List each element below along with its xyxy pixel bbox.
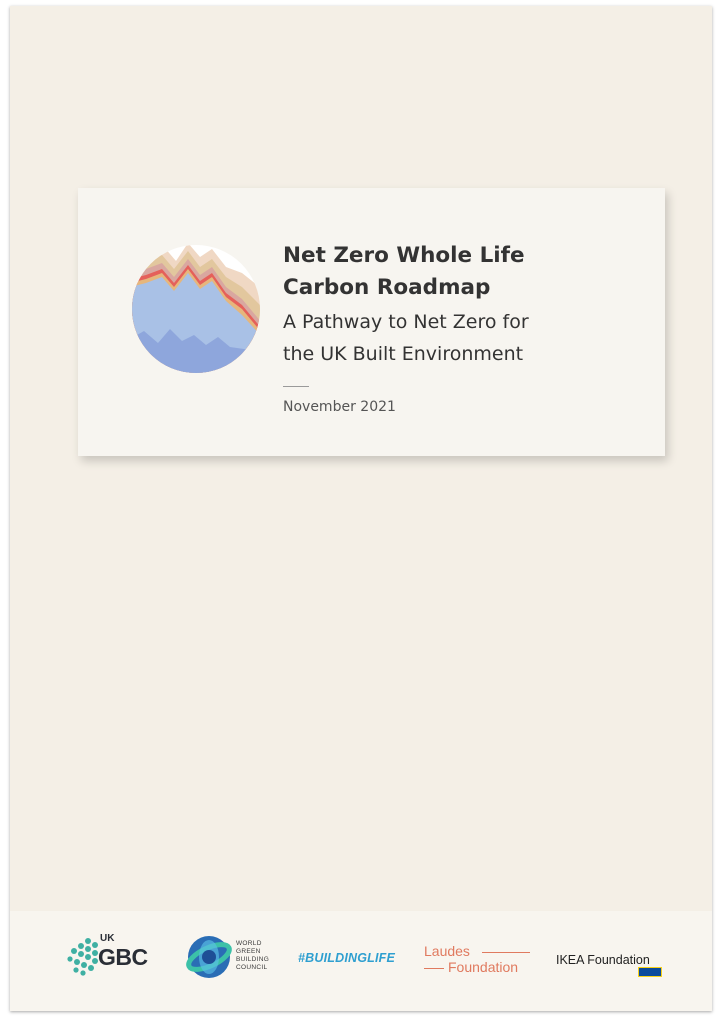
buildinglife-hashtag: #BUILDINGLIFE [298, 951, 396, 965]
ikea-foundation-text: IKEA Foundation [556, 953, 650, 967]
laudes-text-line-2: Foundation [448, 959, 519, 975]
divider-rule [283, 386, 309, 387]
wgbc-text-line: WORLD [236, 940, 262, 947]
report-subtitle-line-2: the UK Built Environment [283, 343, 524, 365]
title-block: Net Zero Whole Life Carbon Roadmap A Pat… [283, 240, 653, 415]
globe-ring-icon [186, 936, 232, 978]
ukgbc-small-text: UK [100, 933, 115, 944]
ikea-badge-icon [638, 967, 662, 977]
wgbc-text: WORLD GREEN BUILDING COUNCIL [236, 940, 269, 972]
wgbc-text-line: COUNCIL [236, 964, 268, 971]
stacked-area-circle-graphic-icon [132, 245, 260, 373]
report-subtitle-line-1: A Pathway to Net Zero for [283, 311, 529, 333]
title-card: Net Zero Whole Life Carbon Roadmap A Pat… [78, 188, 665, 456]
laudes-dash [424, 968, 444, 969]
wgbc-text-line: GREEN [236, 948, 261, 955]
wgbc-text-line: BUILDING [236, 956, 270, 963]
ikea-foundation-logo: IKEA Foundation [556, 953, 668, 981]
laudes-dash [482, 952, 530, 953]
ukgbc-logo: UK GBC [66, 933, 158, 977]
ukgbc-large-text: GBC [98, 944, 148, 970]
laudes-foundation-logo: Laudes Foundation [424, 943, 534, 979]
report-title-line-2: Carbon Roadmap [283, 275, 491, 300]
laudes-text-line-1: Laudes [424, 943, 470, 959]
publication-date: November 2021 [283, 399, 396, 415]
report-title-line-1: Net Zero Whole Life [283, 243, 525, 268]
ukgbc-dot-icon [67, 938, 98, 976]
wgbc-logo: WORLD GREEN BUILDING COUNCIL [184, 933, 284, 981]
report-cover-page: Net Zero Whole Life Carbon Roadmap A Pat… [10, 6, 712, 1011]
